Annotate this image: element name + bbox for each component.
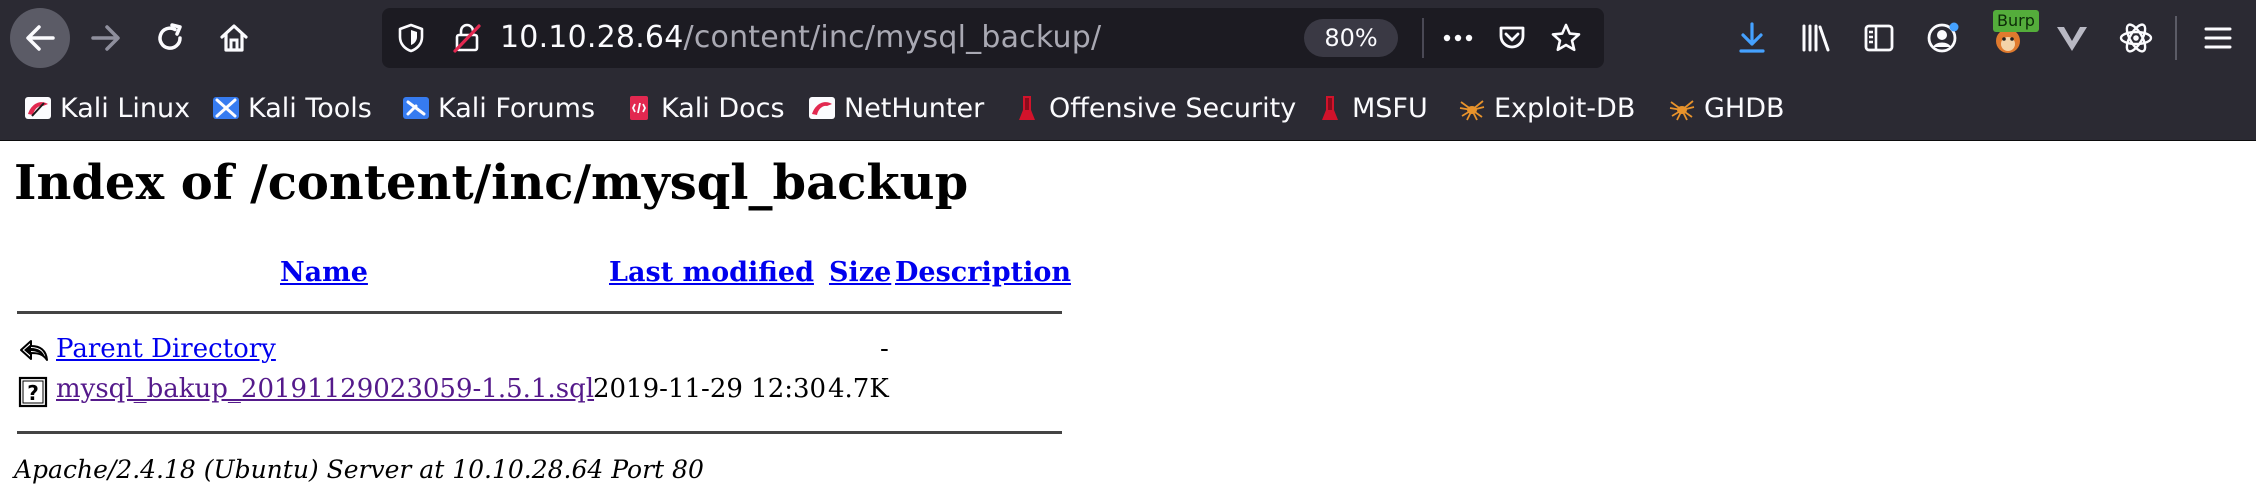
react-devtools-button[interactable] <box>2118 20 2154 56</box>
account-avatar-icon <box>1927 22 1959 53</box>
kali-forums-icon <box>403 97 429 119</box>
svg-text:?: ? <box>27 381 39 405</box>
table-row: Parent Directory - <box>16 334 1062 368</box>
bookmark-label: GHDB <box>1704 92 1785 124</box>
url-text[interactable]: 10.10.28.64/content/inc/mysql_backup/ <box>500 20 1101 55</box>
msfu-icon <box>1322 96 1338 120</box>
bookmark-kali-forums[interactable]: Kali Forums <box>402 88 595 128</box>
kali-tools-icon <box>213 97 239 119</box>
server-signature: Apache/2.4.18 (Ubuntu) Server at 10.10.2… <box>14 455 704 484</box>
arrow-left-icon <box>26 25 55 51</box>
page-content: Index of /content/inc/mysql_backup Name … <box>0 141 2256 504</box>
bookmark-exploit-db[interactable]: Exploit-DB <box>1458 88 1635 128</box>
bookmark-kali-docs[interactable]: Kali Docs <box>625 88 785 128</box>
nethunter-icon <box>809 97 835 119</box>
insecure-lock-icon[interactable] <box>452 22 482 54</box>
file-size: 4.7K <box>828 374 889 404</box>
bookmark-label: NetHunter <box>844 92 985 124</box>
bookmark-label: Kali Forums <box>438 92 596 124</box>
reload-icon <box>158 23 182 50</box>
burp-badge: Burp <box>1993 10 2039 32</box>
file-last-modified: 2019-11-29 12:30 <box>593 374 827 404</box>
bookmark-kali-linux[interactable]: Kali Linux <box>24 88 190 128</box>
sidebar-icon <box>1864 24 1894 52</box>
bookmark-ghdb[interactable]: GHDB <box>1668 88 1785 128</box>
footer-divider <box>17 431 1062 434</box>
kali-docs-icon <box>630 96 648 120</box>
hamburger-menu-icon <box>2204 27 2232 49</box>
bookmark-label: Offensive Security <box>1049 92 1297 124</box>
back-arrow-icon <box>20 340 48 361</box>
zoom-level-button[interactable]: 80% <box>1304 19 1398 57</box>
app-menu-button[interactable] <box>2200 20 2236 56</box>
bookmark-msfu[interactable]: MSFU <box>1316 88 1428 128</box>
bookmark-kali-tools[interactable]: Kali Tools <box>212 88 372 128</box>
urlbar-divider <box>1422 18 1424 58</box>
url-host: 10.10.28.64 <box>500 20 684 55</box>
downloads-button[interactable] <box>1734 20 1770 56</box>
wappalyzer-v-icon <box>2057 27 2087 51</box>
file-link-sql-backup[interactable]: mysql_bakup_20191129023059-1.5.1.sql <box>56 374 594 404</box>
tracking-shield-icon[interactable] <box>396 22 426 54</box>
address-bar[interactable]: 10.10.28.64/content/inc/mysql_backup/ 80… <box>382 8 1604 68</box>
forward-button[interactable] <box>76 8 136 68</box>
file-link-parent-directory[interactable]: Parent Directory <box>56 334 276 364</box>
reload-button[interactable] <box>140 8 200 68</box>
library-icon <box>1802 24 1830 52</box>
download-arrow-icon <box>1739 22 1765 53</box>
offsec-icon <box>1019 96 1035 120</box>
column-header-description[interactable]: Description <box>895 257 1071 288</box>
table-row: ? mysql_bakup_20191129023059-1.5.1.sql 2… <box>16 374 1062 408</box>
pocket-icon[interactable] <box>1496 22 1528 54</box>
bookmark-label: Kali Docs <box>661 92 785 124</box>
wappalyzer-button[interactable] <box>2054 20 2090 56</box>
bookmark-label: Kali Tools <box>248 92 372 124</box>
column-header-size[interactable]: Size <box>829 257 891 288</box>
bookmark-offensive-security[interactable]: Offensive Security <box>1013 88 1296 128</box>
react-atom-icon <box>2119 23 2153 53</box>
bookmark-star-icon[interactable] <box>1550 22 1582 54</box>
column-header-last-modified[interactable]: Last modified <box>609 257 814 288</box>
more-actions-icon[interactable] <box>1440 22 1476 54</box>
library-button[interactable] <box>1798 20 1834 56</box>
bookmark-label: Kali Linux <box>60 92 191 124</box>
header-divider <box>17 311 1062 314</box>
bookmark-label: MSFU <box>1352 92 1428 124</box>
kali-dragon-icon <box>25 97 51 119</box>
exploitdb-spider-icon <box>1459 100 1485 121</box>
ghdb-spider-icon <box>1669 100 1695 121</box>
bookmarks-toolbar: Kali Linux Kali Tools Kali Forums Kali D… <box>0 76 2256 141</box>
page-title: Index of /content/inc/mysql_backup <box>14 155 969 211</box>
column-header-name[interactable]: Name <box>280 257 368 288</box>
back-button[interactable] <box>10 8 70 68</box>
sidebar-button[interactable] <box>1861 20 1897 56</box>
bookmark-label: Exploit-DB <box>1494 92 1636 124</box>
home-icon <box>220 24 248 52</box>
toolbar-divider <box>2175 16 2177 60</box>
home-button[interactable] <box>204 8 264 68</box>
url-path: /content/inc/mysql_backup/ <box>683 20 1102 55</box>
unknown-file-icon: ? <box>18 376 48 408</box>
file-size: - <box>880 334 889 364</box>
account-button[interactable] <box>1925 20 1961 56</box>
arrow-right-icon <box>91 25 120 51</box>
browser-toolbar: 10.10.28.64/content/inc/mysql_backup/ 80… <box>0 0 2256 76</box>
bookmark-nethunter[interactable]: NetHunter <box>808 88 984 128</box>
